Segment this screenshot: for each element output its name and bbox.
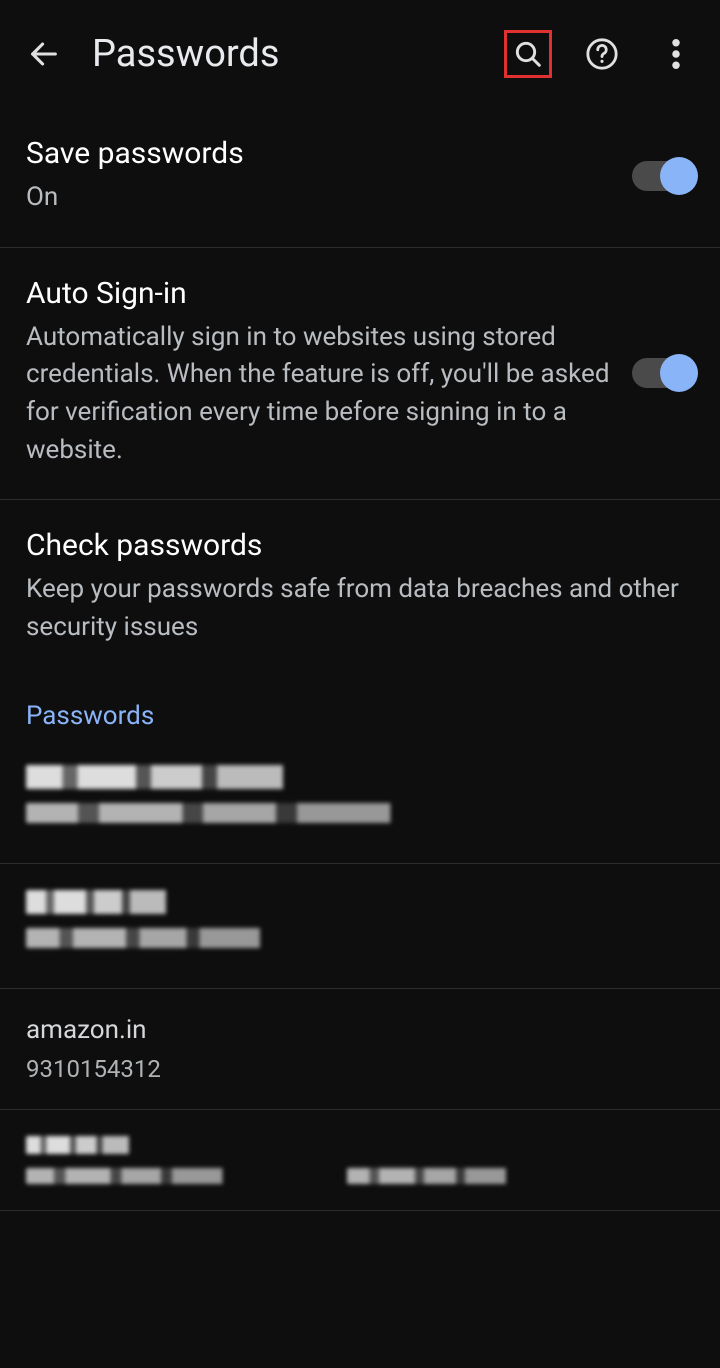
check-passwords-row[interactable]: Check passwords Keep your passwords safe… (0, 500, 720, 676)
redacted-user (347, 1168, 574, 1184)
auto-signin-text: Auto Sign-in Automatically sign in to we… (26, 276, 612, 470)
page-title: Passwords (92, 32, 504, 76)
entry-user: 9310154312 (26, 1055, 694, 1083)
redacted-user (26, 928, 360, 948)
save-passwords-title: Save passwords (26, 136, 612, 171)
password-entry[interactable]: amazon.in 9310154312 (0, 989, 720, 1110)
back-button[interactable] (20, 30, 68, 78)
menu-button[interactable] (652, 30, 700, 78)
auto-signin-description: Automatically sign in to websites using … (26, 319, 612, 470)
check-passwords-description: Keep your passwords safe from data breac… (26, 571, 694, 646)
back-arrow-icon (27, 37, 61, 71)
check-passwords-text: Check passwords Keep your passwords safe… (26, 528, 694, 646)
save-passwords-status: On (26, 179, 612, 217)
entry-site: amazon.in (26, 1015, 694, 1045)
search-icon (512, 38, 544, 70)
password-entry[interactable] (0, 739, 720, 864)
header-actions (504, 30, 700, 78)
save-passwords-row[interactable]: Save passwords On (0, 108, 720, 248)
save-passwords-text: Save passwords On (26, 136, 612, 217)
save-passwords-toggle[interactable] (632, 161, 694, 191)
redacted-site (26, 1136, 173, 1154)
passwords-section-label: Passwords (0, 677, 720, 739)
overflow-menu-icon (672, 39, 680, 69)
auto-signin-title: Auto Sign-in (26, 276, 612, 311)
redacted-user (26, 1168, 307, 1184)
redacted-site (26, 890, 226, 914)
help-button[interactable] (578, 30, 626, 78)
search-button[interactable] (504, 30, 552, 78)
auto-signin-toggle[interactable] (632, 358, 694, 388)
password-entry[interactable] (0, 1110, 720, 1211)
redacted-site (26, 765, 393, 789)
password-entry[interactable] (0, 864, 720, 989)
app-header: Passwords (0, 0, 720, 108)
auto-signin-row[interactable]: Auto Sign-in Automatically sign in to we… (0, 248, 720, 501)
redacted-user (26, 803, 547, 823)
help-icon (585, 37, 619, 71)
check-passwords-title: Check passwords (26, 528, 694, 563)
